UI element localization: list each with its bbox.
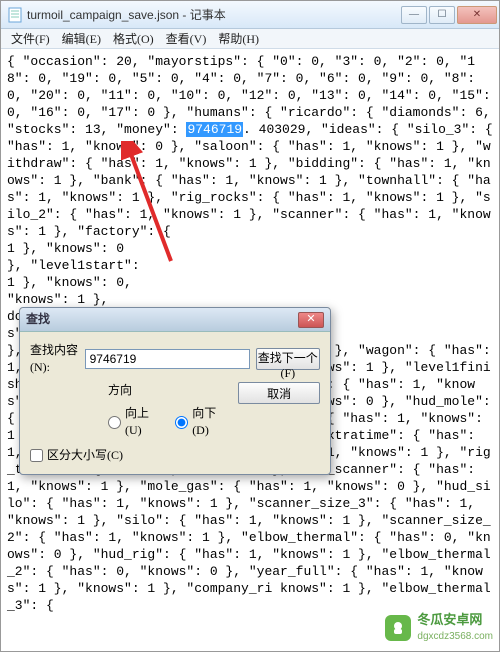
find-dialog: 查找 ✕ 查找内容(N): 查找下一个(F) 方向 向上(U) 向下(D) — [19, 307, 331, 475]
watermark: 冬瓜安卓网 dgxcdz3568.com — [385, 611, 493, 645]
find-next-button[interactable]: 查找下一个(F) — [256, 348, 320, 370]
file-content-line: }, "level1start": — [7, 258, 140, 273]
menu-edit[interactable]: 编辑(E) — [56, 28, 107, 49]
direction-up[interactable]: 向上(U) — [108, 405, 165, 439]
maximize-button[interactable]: ☐ — [429, 6, 455, 24]
window-title: turmoil_campaign_save.json - 记事本 — [27, 6, 401, 23]
file-content-line: 1 }, "knows": 0, — [7, 275, 132, 290]
minimize-button[interactable]: — — [401, 6, 427, 24]
menu-help[interactable]: 帮助(H) — [212, 28, 265, 49]
file-content-post: . 403029, "ideas": { "silo_3": { "has": … — [7, 122, 493, 239]
close-button[interactable]: ✕ — [457, 6, 497, 24]
find-titlebar[interactable]: 查找 ✕ — [20, 308, 330, 332]
text-area[interactable]: { "occasion": 20, "mayorstips": { "0": 0… — [1, 49, 499, 651]
menu-file[interactable]: 文件(F) — [5, 28, 56, 49]
menu-view[interactable]: 查看(V) — [160, 28, 213, 49]
window-controls: — ☐ ✕ — [401, 6, 497, 24]
watermark-url: dgxcdz3568.com — [417, 628, 493, 645]
watermark-logo-icon — [385, 615, 411, 641]
window-titlebar: turmoil_campaign_save.json - 记事本 — ☐ ✕ — [1, 1, 499, 29]
match-case-checkbox[interactable]: 区分大小写(C) — [30, 447, 320, 464]
file-content-line: 1 }, "knows": 0 — [7, 241, 124, 256]
find-cancel-button[interactable]: 取消 — [238, 382, 320, 404]
find-close-button[interactable]: ✕ — [298, 312, 324, 328]
menu-format[interactable]: 格式(O) — [107, 28, 160, 49]
notepad-icon — [7, 7, 23, 23]
find-label: 查找内容(N): — [30, 342, 85, 376]
direction-label: 方向 — [108, 382, 132, 399]
file-content-line: "knows": 1 }, — [7, 292, 108, 307]
find-title: 查找 — [26, 311, 298, 328]
search-highlight: 9746719 — [186, 122, 243, 137]
watermark-name: 冬瓜安卓网 — [417, 611, 493, 628]
direction-down[interactable]: 向下(D) — [175, 405, 232, 439]
find-input[interactable] — [85, 349, 250, 369]
menu-bar: 文件(F) 编辑(E) 格式(O) 查看(V) 帮助(H) — [1, 29, 499, 49]
